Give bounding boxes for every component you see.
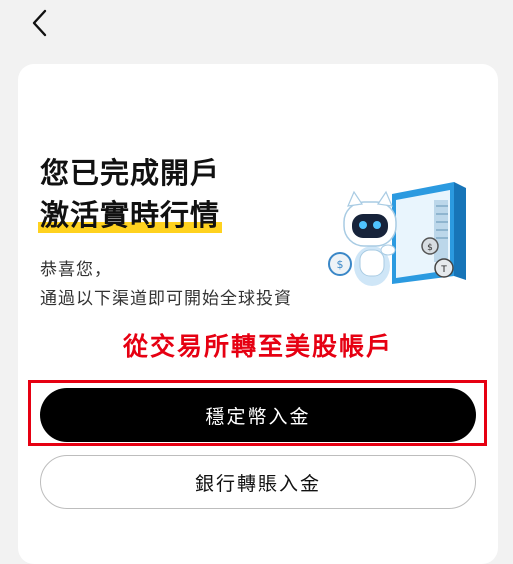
svg-text:$: $ — [427, 243, 433, 253]
chevron-left-icon — [32, 9, 47, 37]
account-opened-card: 您已完成開戶 激活實時行情 恭喜您， 通過以下渠道即可開始全球投資 $ T $ — [18, 64, 498, 564]
congrats-text: 恭喜您， — [40, 260, 112, 280]
stablecoin-deposit-button[interactable]: 穩定幣入金 — [40, 388, 476, 442]
page-title-line1: 您已完成開戶 — [40, 156, 221, 190]
robot-mascot-illustration: $ T $ — [328, 182, 466, 286]
title-highlight: 激活實時行情 — [37, 192, 223, 234]
svg-text:T: T — [440, 265, 447, 275]
page-title-line2: 激活實時行情 — [37, 192, 223, 234]
instruction-text: 通過以下渠道即可開始全球投資 — [40, 289, 292, 309]
title-line2-text: 激活實時行情 — [40, 198, 221, 232]
transfer-annotation: 從交易所轉至美股帳戶 — [122, 332, 393, 361]
svg-text:$: $ — [337, 258, 344, 271]
bank-transfer-deposit-button[interactable]: 銀行轉賬入金 — [40, 455, 476, 509]
back-button[interactable] — [26, 8, 54, 38]
